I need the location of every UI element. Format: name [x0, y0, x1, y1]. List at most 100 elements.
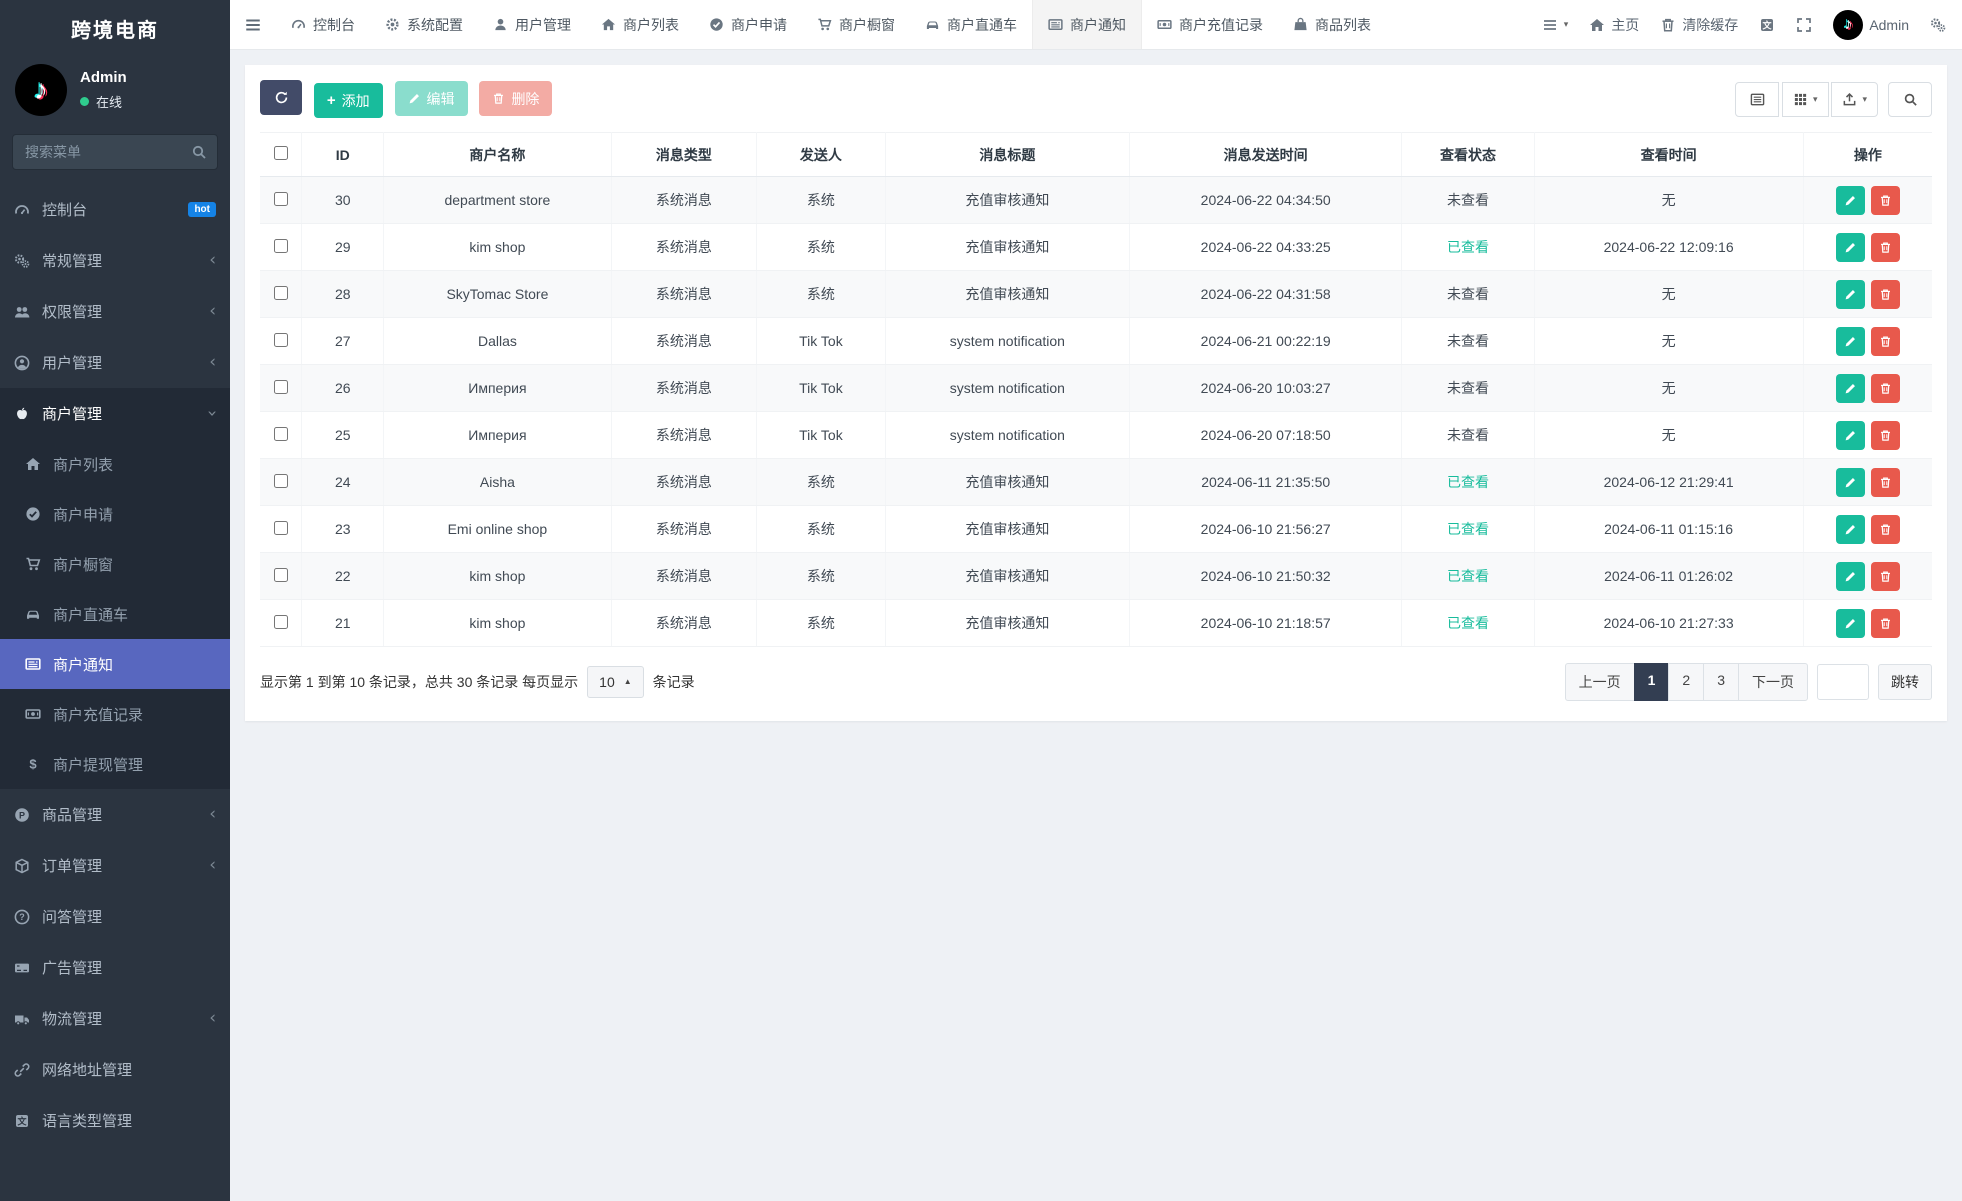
search-icon[interactable]	[191, 144, 207, 160]
column-header-actions: 操作	[1803, 132, 1932, 177]
add-button[interactable]: + 添加	[313, 83, 383, 118]
sidebar-item-user-mgmt[interactable]: 用户管理 ‹	[0, 337, 230, 388]
delete-row-button[interactable]	[1870, 561, 1900, 591]
edit-row-button[interactable]	[1835, 279, 1865, 309]
delete-row-button[interactable]	[1870, 514, 1900, 544]
cell-sender: 系统	[756, 505, 886, 553]
edit-row-button[interactable]	[1835, 185, 1865, 215]
gears-icon	[1930, 17, 1946, 33]
cell-title: system notification	[885, 411, 1130, 459]
tab-goods-list[interactable]: 商品列表	[1278, 0, 1386, 49]
delete-row-button[interactable]	[1870, 232, 1900, 262]
table-row: 26 Империя 系统消息 Tik Tok system notificat…	[260, 364, 1932, 412]
sidebar-item-logistics[interactable]: 物流管理 ‹	[0, 993, 230, 1044]
jump-button[interactable]: 跳转	[1878, 664, 1932, 700]
delete-row-button[interactable]	[1870, 279, 1900, 309]
tab-merchant-express[interactable]: 商户直通车	[910, 0, 1032, 49]
delete-row-button[interactable]	[1870, 420, 1900, 450]
next-page-button[interactable]: 下一页	[1738, 663, 1808, 701]
sidebar-item-general[interactable]: 常规管理 ‹	[0, 235, 230, 286]
detail-view-button[interactable]	[1735, 81, 1780, 117]
row-checkbox[interactable]	[273, 285, 288, 300]
row-checkbox[interactable]	[273, 426, 288, 441]
edit-row-button[interactable]	[1835, 373, 1865, 403]
delete-button[interactable]: 删除	[479, 81, 553, 116]
tab-merchant-showcase[interactable]: 商户橱窗	[802, 0, 910, 49]
row-checkbox[interactable]	[273, 332, 288, 347]
sidebar-item-network[interactable]: 网络地址管理	[0, 1044, 230, 1095]
page-2-button[interactable]: 2	[1668, 663, 1705, 701]
user-panel: ♪ ♪ ♪ Admin 在线	[0, 56, 230, 130]
row-checkbox[interactable]	[273, 473, 288, 488]
row-checkbox[interactable]	[273, 614, 288, 629]
row-checkbox[interactable]	[273, 567, 288, 582]
tab-sysconfig[interactable]: 系统配置	[370, 0, 478, 49]
row-checkbox[interactable]	[273, 379, 288, 394]
prev-page-button[interactable]: 上一页	[1564, 663, 1635, 701]
records-summary: 显示第 1 到第 10 条记录，总共 30 条记录 每页显示 10 ▲ 条记录	[260, 666, 695, 698]
select-all-checkbox[interactable]	[273, 146, 288, 160]
edit-row-button[interactable]	[1835, 514, 1865, 544]
columns-button[interactable]: ▾	[1782, 81, 1829, 117]
edit-row-button[interactable]	[1835, 326, 1865, 356]
search-toggle-button[interactable]	[1888, 81, 1932, 117]
status-badge: 未查看	[1446, 192, 1489, 208]
sidebar-item-dashboard[interactable]: 控制台 hot	[0, 184, 230, 235]
user-menu[interactable]: ♪ ♪ ♪ Admin	[1833, 9, 1909, 40]
sidebar-item-merchant[interactable]: 商户管理 ‹	[0, 388, 230, 439]
trash-icon	[1879, 382, 1892, 395]
page-size-select[interactable]: 10 ▲	[587, 666, 644, 698]
edit-row-button[interactable]	[1835, 561, 1865, 591]
tab-user-mgmt[interactable]: 用户管理	[478, 0, 586, 49]
pencil-icon	[1844, 288, 1857, 301]
edit-button[interactable]: 编辑	[394, 81, 468, 116]
sidebar-item-language[interactable]: 语言类型管理	[0, 1095, 230, 1146]
tab-dashboard[interactable]: 控制台	[276, 0, 370, 49]
search-input[interactable]	[12, 134, 218, 170]
page-1-button[interactable]: 1	[1633, 663, 1670, 701]
tab-merchant-recharge[interactable]: 商户充值记录	[1142, 0, 1278, 49]
settings-button[interactable]	[1930, 17, 1946, 33]
link-icon	[14, 1062, 30, 1078]
refresh-button[interactable]	[260, 80, 302, 115]
delete-row-button[interactable]	[1870, 608, 1900, 638]
sidebar-item-merchant-withdraw[interactable]: 商户提现管理	[0, 739, 230, 789]
row-checkbox[interactable]	[273, 238, 288, 253]
delete-row-button[interactable]	[1870, 185, 1900, 215]
delete-row-button[interactable]	[1870, 326, 1900, 356]
sidebar-item-qa[interactable]: 问答管理	[0, 891, 230, 942]
cell-sent-time: 2024-06-20 07:18:50	[1129, 411, 1403, 459]
sidebar-item-ads[interactable]: 广告管理	[0, 942, 230, 993]
fullscreen-button[interactable]	[1796, 17, 1812, 33]
sidebar-item-merchant-recharge[interactable]: 商户充值记录	[0, 689, 230, 739]
sidebar-item-merchant-list[interactable]: 商户列表	[0, 439, 230, 489]
tab-merchant-list[interactable]: 商户列表	[586, 0, 694, 49]
sidebar-item-merchant-notice[interactable]: 商户通知	[0, 639, 230, 689]
jump-page-input[interactable]	[1817, 664, 1869, 700]
tab-merchant-notice[interactable]: 商户通知	[1032, 0, 1142, 49]
tab-list-dropdown[interactable]: ▾	[1542, 17, 1568, 33]
delete-row-button[interactable]	[1870, 467, 1900, 497]
hamburger-menu-icon[interactable]	[230, 0, 276, 49]
language-button[interactable]	[1759, 17, 1775, 33]
clear-cache-button[interactable]: 清除缓存	[1660, 15, 1738, 35]
edit-row-button[interactable]	[1835, 467, 1865, 497]
export-button[interactable]: ▾	[1831, 81, 1878, 117]
tab-merchant-apply[interactable]: 商户申请	[694, 0, 802, 49]
row-checkbox[interactable]	[273, 520, 288, 535]
sidebar-item-merchant-apply[interactable]: 商户申请	[0, 489, 230, 539]
home-link[interactable]: 主页	[1589, 15, 1639, 35]
sidebar-item-merchant-showcase[interactable]: 商户橱窗	[0, 539, 230, 589]
cell-type: 系统消息	[611, 223, 758, 271]
edit-row-button[interactable]	[1835, 232, 1865, 262]
edit-row-button[interactable]	[1835, 608, 1865, 638]
sidebar-item-auth[interactable]: 权限管理 ‹	[0, 286, 230, 337]
sidebar-item-merchant-express[interactable]: 商户直通车	[0, 589, 230, 639]
row-checkbox[interactable]	[273, 191, 288, 206]
edit-row-button[interactable]	[1835, 420, 1865, 450]
delete-row-button[interactable]	[1870, 373, 1900, 403]
sidebar-item-goods[interactable]: 商品管理 ‹	[0, 789, 230, 840]
trash-icon	[1879, 429, 1892, 442]
page-3-button[interactable]: 3	[1703, 663, 1739, 701]
sidebar-item-orders[interactable]: 订单管理 ‹	[0, 840, 230, 891]
